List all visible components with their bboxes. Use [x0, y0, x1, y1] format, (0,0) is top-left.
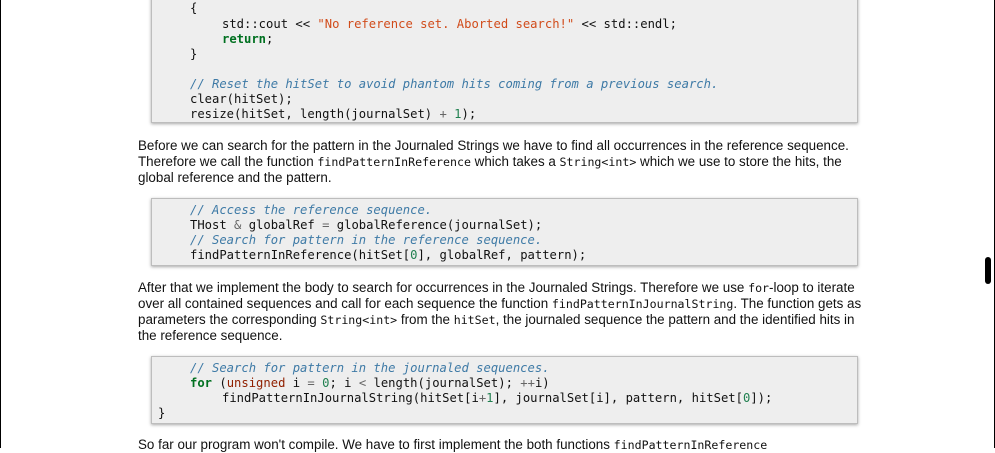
code-line: THost & globalRef = globalReference(jour… — [190, 218, 543, 232]
code-block-search-journaled: // Search for pattern in the journaled s… — [151, 356, 858, 424]
paragraph-search-journaled: After that we implement the body to sear… — [138, 280, 862, 343]
code-line: findPatternInReference(hitSet[0], global… — [190, 248, 587, 262]
code-line: { — [190, 1, 198, 15]
code-line: } — [190, 47, 198, 61]
code-block-access-reference: // Access the reference sequence. THost … — [151, 198, 858, 266]
code-comment: // Search for pattern in the journaled s… — [190, 361, 550, 375]
code-line: } — [158, 406, 166, 420]
code-comment: // Reset the hitSet to avoid phantom hit… — [190, 77, 719, 91]
code-line: return; — [222, 32, 274, 46]
code-line: for (unsigned i = 0; i < length(journalS… — [190, 376, 550, 390]
code-line: std::cout << "No reference set. Aborted … — [222, 17, 677, 31]
code-line: clear(hitSet); — [190, 92, 293, 106]
vertical-scrollbar-thumb[interactable] — [985, 257, 991, 284]
code-comment: // Search for pattern in the reference s… — [190, 233, 543, 247]
code-comment: // Access the reference sequence. — [190, 203, 433, 217]
code-line: resize(hitSet, length(journalSet) + 1); — [190, 107, 477, 121]
code-block-reset-hitset: { std::cout << "No reference set. Aborte… — [151, 0, 858, 123]
paragraph-find-in-reference: Before we can search for the pattern in … — [138, 138, 849, 185]
paragraph-compile-note: So far our program won't compile. We hav… — [138, 437, 768, 452]
page-left-border — [0, 0, 1, 448]
code-line: findPatternInJournalString(hitSet[i+1], … — [222, 391, 773, 405]
